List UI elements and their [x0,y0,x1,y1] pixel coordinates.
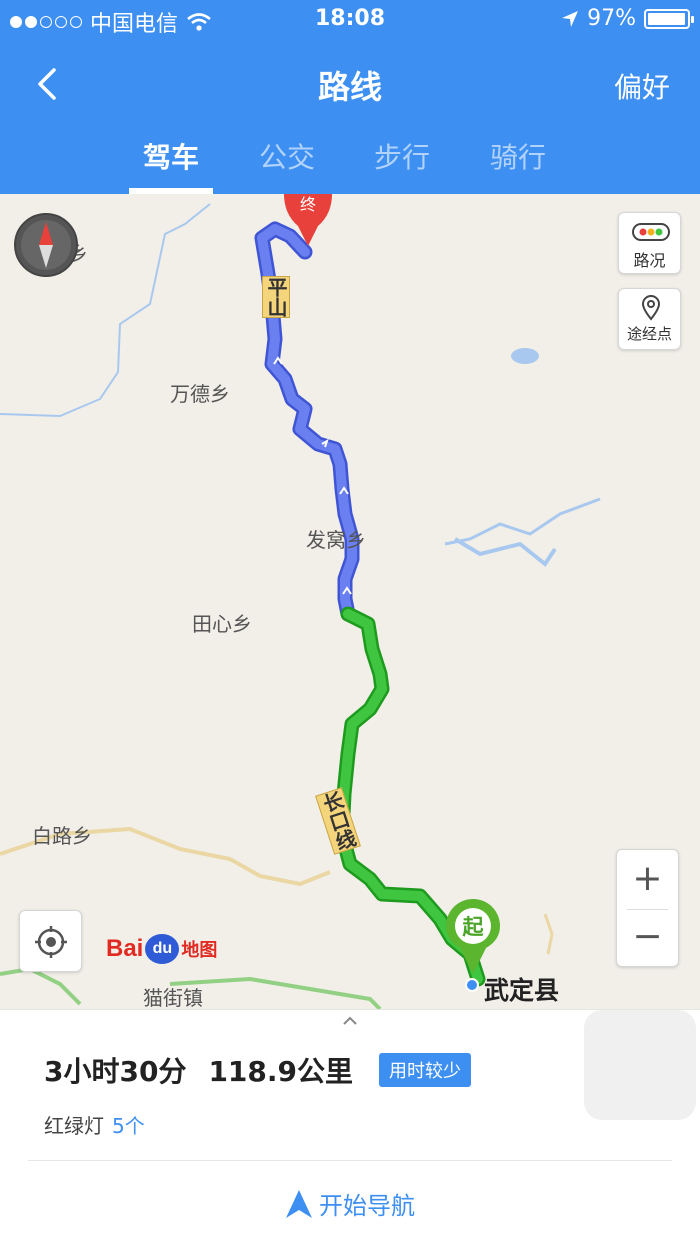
place-label: 白路乡 [32,824,92,848]
tab-walk[interactable]: 步行 [346,136,458,176]
traffic-lights-label: 红绿灯 [44,1114,104,1138]
tab-bus[interactable]: 公交 [231,136,343,176]
page-title: 路线 [317,68,382,106]
end-marker-icon[interactable]: 终 [278,194,338,248]
route-distance: 118.9公里 [208,1055,354,1088]
tab-drive[interactable]: 驾车 [115,136,227,176]
traffic-label: 路况 [633,251,666,270]
start-navigation-label: 开始导航 [319,1192,415,1220]
zoom-control: + − [616,849,679,967]
navigation-arrow-icon [286,1189,312,1218]
start-marker-icon[interactable]: 起 [444,898,502,976]
end-marker-label: 终 [300,195,316,214]
nav-bar: 路线 偏好 [0,44,700,124]
start-marker-label: 起 [462,915,485,939]
traffic-lights-info: 红绿灯 5个 [44,1110,145,1139]
divider [28,1160,672,1161]
status-bar: 中国电信 18:08 97% [0,0,700,40]
route-duration: 3小时30分 [44,1055,187,1088]
waypoint-label: 途经点 [626,325,672,343]
assistive-touch-overlay[interactable] [584,1010,696,1120]
route-badge: 用时较少 [379,1053,472,1087]
place-label: 发窝乡 [306,528,366,552]
location-pin-icon [641,295,661,321]
logo-map-text: 地图 [181,940,218,960]
traffic-button[interactable]: 路况 [618,212,681,274]
tab-bike[interactable]: 骑行 [462,136,574,176]
battery-icon [644,8,694,29]
locate-button[interactable] [19,910,82,972]
road-label: 平山 [262,276,290,318]
map-view[interactable]: 终 起 江竹乡 万德乡 发窝乡 田心乡 白路乡 猫街镇 武定县 平山 长口线 路… [0,194,700,1009]
traffic-light-icon [632,223,670,241]
traffic-lights-count: 5个 [112,1114,145,1138]
expand-chevron-icon[interactable] [340,1014,360,1028]
battery-percent: 97% [587,6,636,31]
county-label: 武定县 [484,976,560,1005]
preference-button[interactable]: 偏好 [614,66,670,106]
compass-icon[interactable] [13,212,79,278]
route-summary-sheet[interactable]: 3小时30分 118.9公里 用时较少 红绿灯 5个 开始导航 [0,1009,700,1245]
place-label: 田心乡 [192,612,252,636]
logo-paw-icon: du [145,934,180,964]
waypoint-button[interactable]: 途经点 [618,288,681,350]
header: 中国电信 18:08 97% 路线 偏好 驾车 公交 步行 骑行 [0,0,700,194]
zoom-in-button[interactable]: + [617,858,678,899]
route-summary: 3小时30分 118.9公里 用时较少 [44,1050,472,1090]
logo-text: Bai [106,935,144,962]
location-arrow-icon [562,10,579,27]
place-label: 猫街镇 [143,986,203,1009]
place-label: 万德乡 [170,382,230,406]
baidu-logo: Bai du 地图 [106,934,217,964]
my-location-icon [35,926,67,958]
zoom-out-button[interactable]: − [617,916,678,957]
transport-tabs: 驾车 公交 步行 骑行 [0,126,700,194]
map-canvas [0,203,601,1009]
start-navigation-button[interactable]: 开始导航 [0,1186,700,1221]
